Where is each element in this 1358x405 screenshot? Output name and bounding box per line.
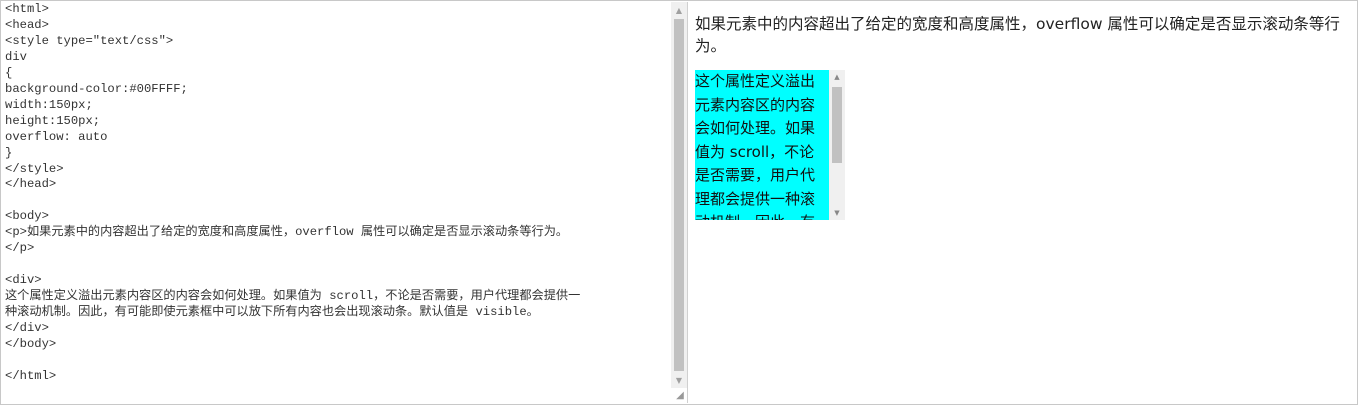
code-line: </html> [5,368,57,383]
box-scrollbar-thumb[interactable] [832,87,842,163]
code-line: <body> [5,209,49,224]
scroll-down-arrow-icon[interactable]: ▼ [671,372,687,388]
tryit-window: <html> <head> <style type="text/css"> div{b… [0,0,1358,405]
code-line: </style> [5,161,64,176]
code-line: 这个属性定义溢出元素内容区的内容会如何处理。如果值为 scroll，不论是否需要… [5,289,581,304]
code-line: <html> [5,2,49,16]
box-scroll-down-arrow-icon[interactable]: ▼ [829,206,845,220]
scroll-up-arrow-icon[interactable]: ▲ [671,2,687,18]
code-line: width:150px; [5,97,93,112]
code-line: height:150px; [5,113,101,128]
code-line: } [5,145,13,160]
code-line: </body> [5,337,57,352]
code-textarea[interactable]: <html> <head> <style type="text/css"> div{b… [5,2,671,402]
code-line: overflow: auto [5,129,108,144]
code-line: <div> [5,273,42,288]
code-line: 种滚动机制。因此，有可能即使元素框中可以放下所有内容也会出现滚动条。默认值是 v… [5,305,539,320]
result-preview: 如果元素中的内容超出了给定的宽度和高度属性，overflow 属性可以确定是否显… [688,2,1356,403]
code-line: </div> [5,321,49,336]
code-line: <head> [5,17,49,32]
resize-grip-icon[interactable]: ◢ [674,390,686,402]
box-scroll-up-arrow-icon[interactable]: ▲ [829,70,845,84]
code-line: <style type="text/css"> [5,33,174,48]
code-line: </p> [5,241,35,256]
overflow-auto-box[interactable]: 这个属性定义溢出元素内容区的内容会如何处理。如果值为 scroll，不论是否需要… [695,70,845,220]
code-line: { [5,65,13,80]
code-line: background-color:#00FFFF; [5,81,188,96]
box-text: 这个属性定义溢出元素内容区的内容会如何处理。如果值为 scroll，不论是否需要… [695,72,816,220]
preview-paragraph: 如果元素中的内容超出了给定的宽度和高度属性，overflow 属性可以确定是否显… [695,15,1340,55]
code-line: div [5,49,27,64]
editor-vertical-scrollbar[interactable]: ▲ ▼ [671,2,687,388]
editor-scrollbar-thumb[interactable] [674,19,684,371]
code-editor[interactable]: <html> <head> <style type="text/css"> div{b… [2,2,688,403]
box-vertical-scrollbar[interactable]: ▲ ▼ [829,70,845,220]
code-line: </head> [5,177,57,192]
code-line: <p>如果元素中的内容超出了给定的宽度和高度属性，overflow 属性可以确定… [5,225,569,240]
